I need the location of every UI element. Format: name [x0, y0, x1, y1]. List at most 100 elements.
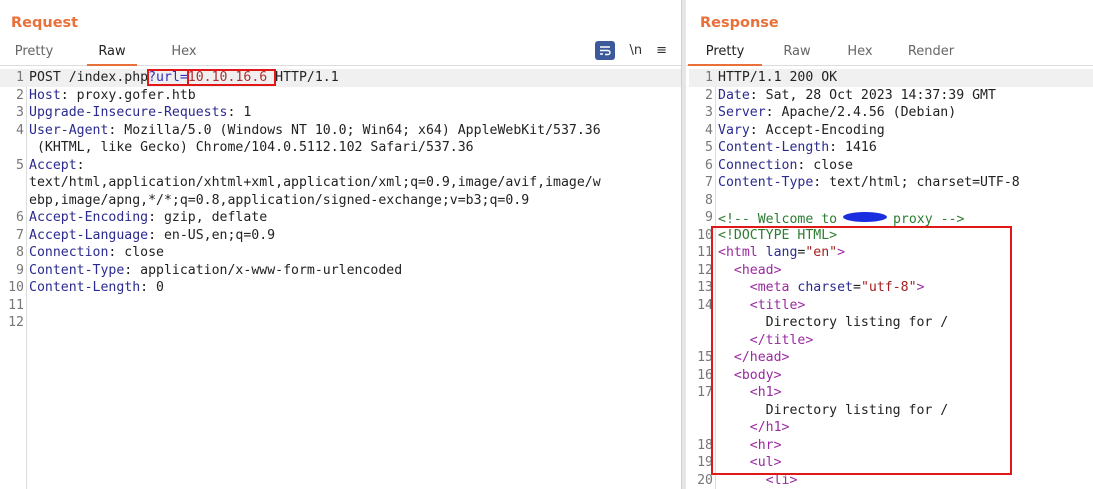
code-line: 18 <hr>: [689, 437, 1093, 455]
line-text: </head>: [717, 349, 790, 367]
line-number: 8: [705, 192, 713, 208]
line-text: Content-Type: application/x-www-form-url…: [28, 262, 402, 280]
response-viewer[interactable]: 1 HTTP/1.1 200 OK 2 Date: Sat, 28 Oct 2023 …: [689, 69, 1093, 489]
code-token: : proxy.gofer.htb: [60, 87, 196, 103]
line-number: [0, 139, 28, 157]
line-text: Content-Length: 1416: [717, 139, 877, 157]
line-text: Vary: Accept-Encoding: [717, 122, 885, 140]
tab-pretty[interactable]: Pretty: [688, 40, 762, 66]
line-number: 5: [705, 140, 713, 155]
code-line: 19 <ul>: [689, 454, 1093, 472]
response-pane: Response Pretty Raw Hex Render 1 HTTP/1.1…: [686, 0, 1093, 489]
code-token: : close: [797, 157, 853, 173]
code-token: <head>: [733, 262, 782, 278]
code-token: Host: [29, 87, 61, 103]
line-text: <!-- Welcome to proxy -->: [717, 209, 964, 227]
line-number: [689, 402, 717, 420]
request-toolbar: \n ≡: [595, 41, 667, 60]
code-line: 11 <html lang="en">: [689, 244, 1093, 262]
code-token: : close: [108, 245, 164, 260]
code-token: <body>: [733, 367, 782, 383]
line-text: ebp,image/apng,*/*;q=0.8,application/sig…: [28, 192, 529, 210]
code-token: : Mozilla/5.0 (Windows NT 10.0; Win64; x…: [108, 122, 601, 138]
line-number: 19: [697, 455, 713, 470]
line-number: 18: [697, 437, 713, 453]
newline-toggle[interactable]: \n: [629, 43, 642, 58]
line-text: POST /index.php?url=10.10.16.6 HTTP/1.1: [28, 69, 339, 87]
code-token: : application/x-www-form-urlencoded: [124, 262, 403, 278]
code-token: lang: [765, 245, 798, 260]
code-token: <hr>: [749, 437, 782, 453]
code-token: Directory listing for /: [718, 315, 949, 330]
tab-hex[interactable]: Hex: [164, 40, 204, 65]
code-token: Accept-Language: [29, 227, 149, 243]
line-text: <!DOCTYPE HTML>: [717, 227, 837, 245]
line-text: (KHTML, like Gecko) Chrome/104.0.5112.10…: [28, 139, 474, 157]
code-token: <html: [718, 245, 766, 260]
line-text: Accept-Language: en-US,en;q=0.9: [28, 227, 275, 245]
code-line: 12: [0, 314, 681, 332]
code-token: POST /index.php: [29, 70, 149, 85]
line-number: 15: [697, 350, 713, 365]
tab-raw[interactable]: Raw: [87, 40, 137, 66]
code-token: <h1>: [749, 385, 782, 400]
line-number: 9: [16, 262, 24, 278]
request-editor[interactable]: 1 POST /index.php?url=10.10.16.6 HTTP/1.1…: [0, 69, 681, 489]
line-number: 14: [697, 297, 713, 313]
code-line: 10 <!DOCTYPE HTML>: [689, 227, 1093, 245]
line-text: Server: Apache/2.4.56 (Debian): [717, 104, 956, 122]
line-text: </h1>: [717, 419, 790, 437]
code-token: <title>: [749, 297, 806, 313]
code-line: 6 Connection: close: [689, 157, 1093, 175]
hamburger-menu-icon[interactable]: ≡: [656, 43, 667, 58]
line-text: <hr>: [717, 437, 782, 455]
line-number: 2: [705, 87, 713, 103]
code-line: 1 POST /index.php?url=10.10.16.6 HTTP/1.1: [0, 69, 681, 87]
code-line: 8: [689, 192, 1093, 210]
line-number: [0, 192, 28, 210]
response-tabs: Pretty Raw Hex Render: [686, 40, 1093, 66]
tab-pretty[interactable]: Pretty: [11, 40, 57, 65]
code-line: 4 Vary: Accept-Encoding: [689, 122, 1093, 140]
code-token: Directory listing for /: [718, 402, 949, 418]
line-text: HTTP/1.1 200 OK: [717, 69, 837, 87]
code-token: <li>: [765, 472, 798, 488]
code-token: HTTP/1.1: [275, 70, 339, 85]
redaction-scribble: [843, 209, 888, 223]
line-number: 3: [16, 105, 24, 120]
line-number: 7: [16, 227, 24, 243]
code-token: "utf-8": [860, 280, 917, 295]
code-token: Upgrade-Insecure-Requests: [29, 105, 228, 120]
line-text: <title>: [717, 297, 806, 315]
line-text: User-Agent: Mozilla/5.0 (Windows NT 10.0…: [28, 122, 601, 140]
code-line: 10 Content-Length: 0: [0, 279, 681, 297]
code-token: Vary: [718, 122, 750, 138]
code-token: </head>: [733, 350, 790, 365]
line-number: 17: [697, 385, 713, 400]
word-wrap-icon[interactable]: [595, 41, 616, 60]
code-token: Content-Type: [29, 262, 125, 278]
code-token: <!DOCTYPE HTML>: [718, 227, 838, 243]
line-text: <head>: [717, 262, 782, 280]
tab-render[interactable]: Render: [903, 40, 959, 65]
code-line: 14 <title>: [689, 297, 1093, 315]
request-title: Request: [11, 15, 79, 31]
line-text: [28, 297, 29, 315]
code-line: (KHTML, like Gecko) Chrome/104.0.5112.10…: [0, 139, 681, 157]
line-text: Connection: close: [717, 157, 853, 175]
line-number: 9: [705, 210, 713, 225]
tab-raw[interactable]: Raw: [777, 40, 817, 65]
code-token: >: [837, 245, 846, 260]
code-line: 2 Host: proxy.gofer.htb: [0, 87, 681, 105]
code-token: >: [916, 280, 925, 295]
tab-hex[interactable]: Hex: [840, 40, 880, 65]
code-line: 11: [0, 297, 681, 315]
code-token: : 0: [140, 280, 164, 295]
code-token: <!-- Welcome to: [718, 212, 846, 227]
code-line: 15 </head>: [689, 349, 1093, 367]
code-token: : gzip, deflate: [148, 210, 268, 225]
line-text: Connection: close: [28, 244, 164, 262]
